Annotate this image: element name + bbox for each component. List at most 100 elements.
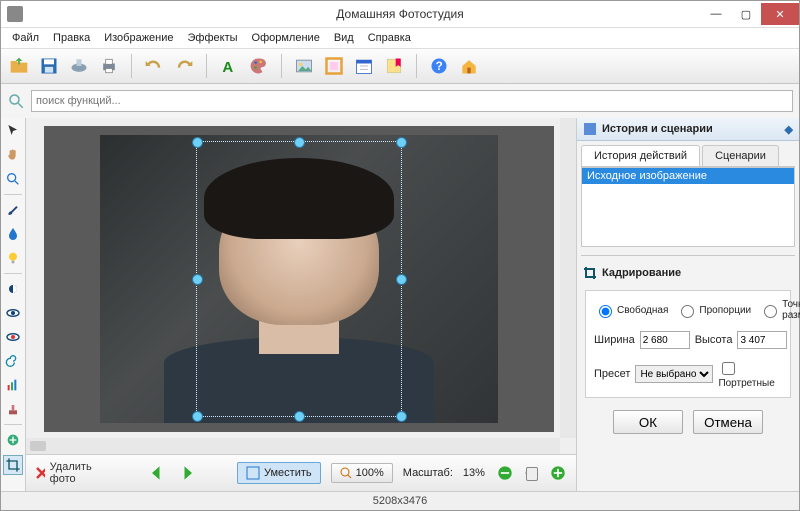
menu-file[interactable]: Файл <box>5 30 46 46</box>
photo-background <box>44 126 554 432</box>
portrait-checkbox[interactable] <box>722 362 735 375</box>
menu-edit[interactable]: Правка <box>46 30 97 46</box>
mode-free[interactable]: Свободная <box>594 302 668 318</box>
bottom-bar: Удалить фото Уместить 100% Масштаб: 13% <box>26 454 576 491</box>
zoom-100-label: 100% <box>356 467 384 479</box>
redo-icon[interactable] <box>172 54 196 78</box>
tab-scenarios[interactable]: Сценарии <box>702 145 779 166</box>
bookmark-icon[interactable] <box>382 54 406 78</box>
crop-handle-bc[interactable] <box>294 411 305 422</box>
fit-button[interactable]: Уместить <box>237 462 321 484</box>
next-arrow-icon[interactable] <box>177 461 197 485</box>
redeye-tool-icon[interactable] <box>4 328 22 346</box>
crop-selection[interactable] <box>196 141 403 417</box>
brightness-tool-icon[interactable] <box>4 280 22 298</box>
preset-select[interactable]: Не выбрано <box>635 365 713 383</box>
zoom-out-icon[interactable] <box>495 461 515 485</box>
help-icon[interactable]: ? <box>427 54 451 78</box>
preset-row: Пресет Не выбрано Портретные <box>594 359 782 389</box>
status-bar: 5208x3476 <box>1 491 799 510</box>
frame-icon[interactable] <box>322 54 346 78</box>
menu-image[interactable]: Изображение <box>97 30 180 46</box>
save-as-icon[interactable] <box>67 54 91 78</box>
cancel-button[interactable]: Отмена <box>693 410 763 434</box>
height-input[interactable] <box>737 331 787 349</box>
drop-tool-icon[interactable] <box>4 225 22 243</box>
app-icon <box>7 6 23 22</box>
horizontal-scrollbar[interactable] <box>26 438 560 454</box>
delete-icon <box>34 465 45 481</box>
minimize-button[interactable]: — <box>701 3 731 25</box>
separator <box>4 194 22 195</box>
close-button[interactable]: ✕ <box>761 3 799 25</box>
maximize-button[interactable]: ▢ <box>731 3 761 25</box>
cursor-tool-icon[interactable] <box>4 122 22 140</box>
window-title: Домашняя Фотостудия <box>1 7 799 21</box>
crop-mode-radios: Свободная Пропорции Точный размер <box>594 299 782 321</box>
swirl-tool-icon[interactable] <box>4 352 22 370</box>
stamp-tool-icon[interactable] <box>4 400 22 418</box>
canvas-viewport[interactable] <box>26 118 576 454</box>
width-label: Ширина <box>594 334 635 346</box>
mode-free-radio[interactable] <box>599 305 612 318</box>
delete-photo-button[interactable]: Удалить фото <box>34 461 97 485</box>
zoom-tool-icon[interactable] <box>4 170 22 188</box>
search-input[interactable] <box>31 90 793 112</box>
collapse-icon[interactable]: ◆ <box>785 123 793 136</box>
zoom-in-icon[interactable] <box>548 461 568 485</box>
crop-handle-bl[interactable] <box>192 411 203 422</box>
crop-handle-mr[interactable] <box>396 274 407 285</box>
insert-image-icon[interactable] <box>292 54 316 78</box>
portrait-check[interactable]: Портретные <box>718 359 782 389</box>
undo-icon[interactable] <box>142 54 166 78</box>
healing-tool-icon[interactable] <box>4 431 22 449</box>
levels-tool-icon[interactable] <box>4 376 22 394</box>
palette-icon[interactable] <box>247 54 271 78</box>
menu-decor[interactable]: Оформление <box>245 30 327 46</box>
menu-view[interactable]: Вид <box>327 30 361 46</box>
photo <box>100 135 498 423</box>
home-icon[interactable] <box>457 54 481 78</box>
mode-prop-radio[interactable] <box>681 305 694 318</box>
crop-handle-tl[interactable] <box>192 137 203 148</box>
crop-handle-tc[interactable] <box>294 137 305 148</box>
history-item[interactable]: Исходное изображение <box>582 168 794 184</box>
crop-options: Свободная Пропорции Точный размер Ширина… <box>585 290 791 398</box>
crop-handle-tr[interactable] <box>396 137 407 148</box>
width-input[interactable] <box>640 331 690 349</box>
zoom-slider[interactable] <box>525 471 538 475</box>
fit-label: Уместить <box>264 467 312 479</box>
dimensions-row: Ширина Высота <box>594 331 782 349</box>
open-icon[interactable] <box>7 54 31 78</box>
menu-effects[interactable]: Эффекты <box>181 30 245 46</box>
tab-history[interactable]: История действий <box>581 145 700 166</box>
prev-arrow-icon[interactable] <box>147 461 167 485</box>
left-toolbox <box>1 118 26 491</box>
zoom-100-button[interactable]: 100% <box>331 463 393 483</box>
fit-icon <box>246 466 260 480</box>
zoom-100-icon <box>340 467 352 479</box>
body: Удалить фото Уместить 100% Масштаб: 13% <box>1 118 799 491</box>
hand-tool-icon[interactable] <box>4 146 22 164</box>
save-icon[interactable] <box>37 54 61 78</box>
brush-tool-icon[interactable] <box>4 201 22 219</box>
status-dimensions: 5208x3476 <box>373 495 427 507</box>
menu-help[interactable]: Справка <box>361 30 418 46</box>
crop-panel-header: Кадрирование <box>581 256 795 290</box>
zoom-slider-thumb[interactable] <box>526 467 538 481</box>
crop-buttons: ОК Отмена <box>581 410 795 434</box>
calendar-icon[interactable] <box>352 54 376 78</box>
vertical-scrollbar[interactable] <box>560 118 576 438</box>
crop-handle-ml[interactable] <box>192 274 203 285</box>
text-icon[interactable]: A <box>217 54 241 78</box>
eye-tool-icon[interactable] <box>4 304 22 322</box>
ok-button[interactable]: ОК <box>613 410 683 434</box>
crop-tool-icon[interactable] <box>3 455 23 475</box>
bulb-tool-icon[interactable] <box>4 249 22 267</box>
print-icon[interactable] <box>97 54 121 78</box>
mode-exact[interactable]: Точный размер <box>759 299 800 321</box>
mode-prop[interactable]: Пропорции <box>676 302 751 318</box>
history-list[interactable]: Исходное изображение <box>581 167 795 247</box>
crop-icon <box>583 266 597 280</box>
mode-exact-radio[interactable] <box>764 305 777 318</box>
